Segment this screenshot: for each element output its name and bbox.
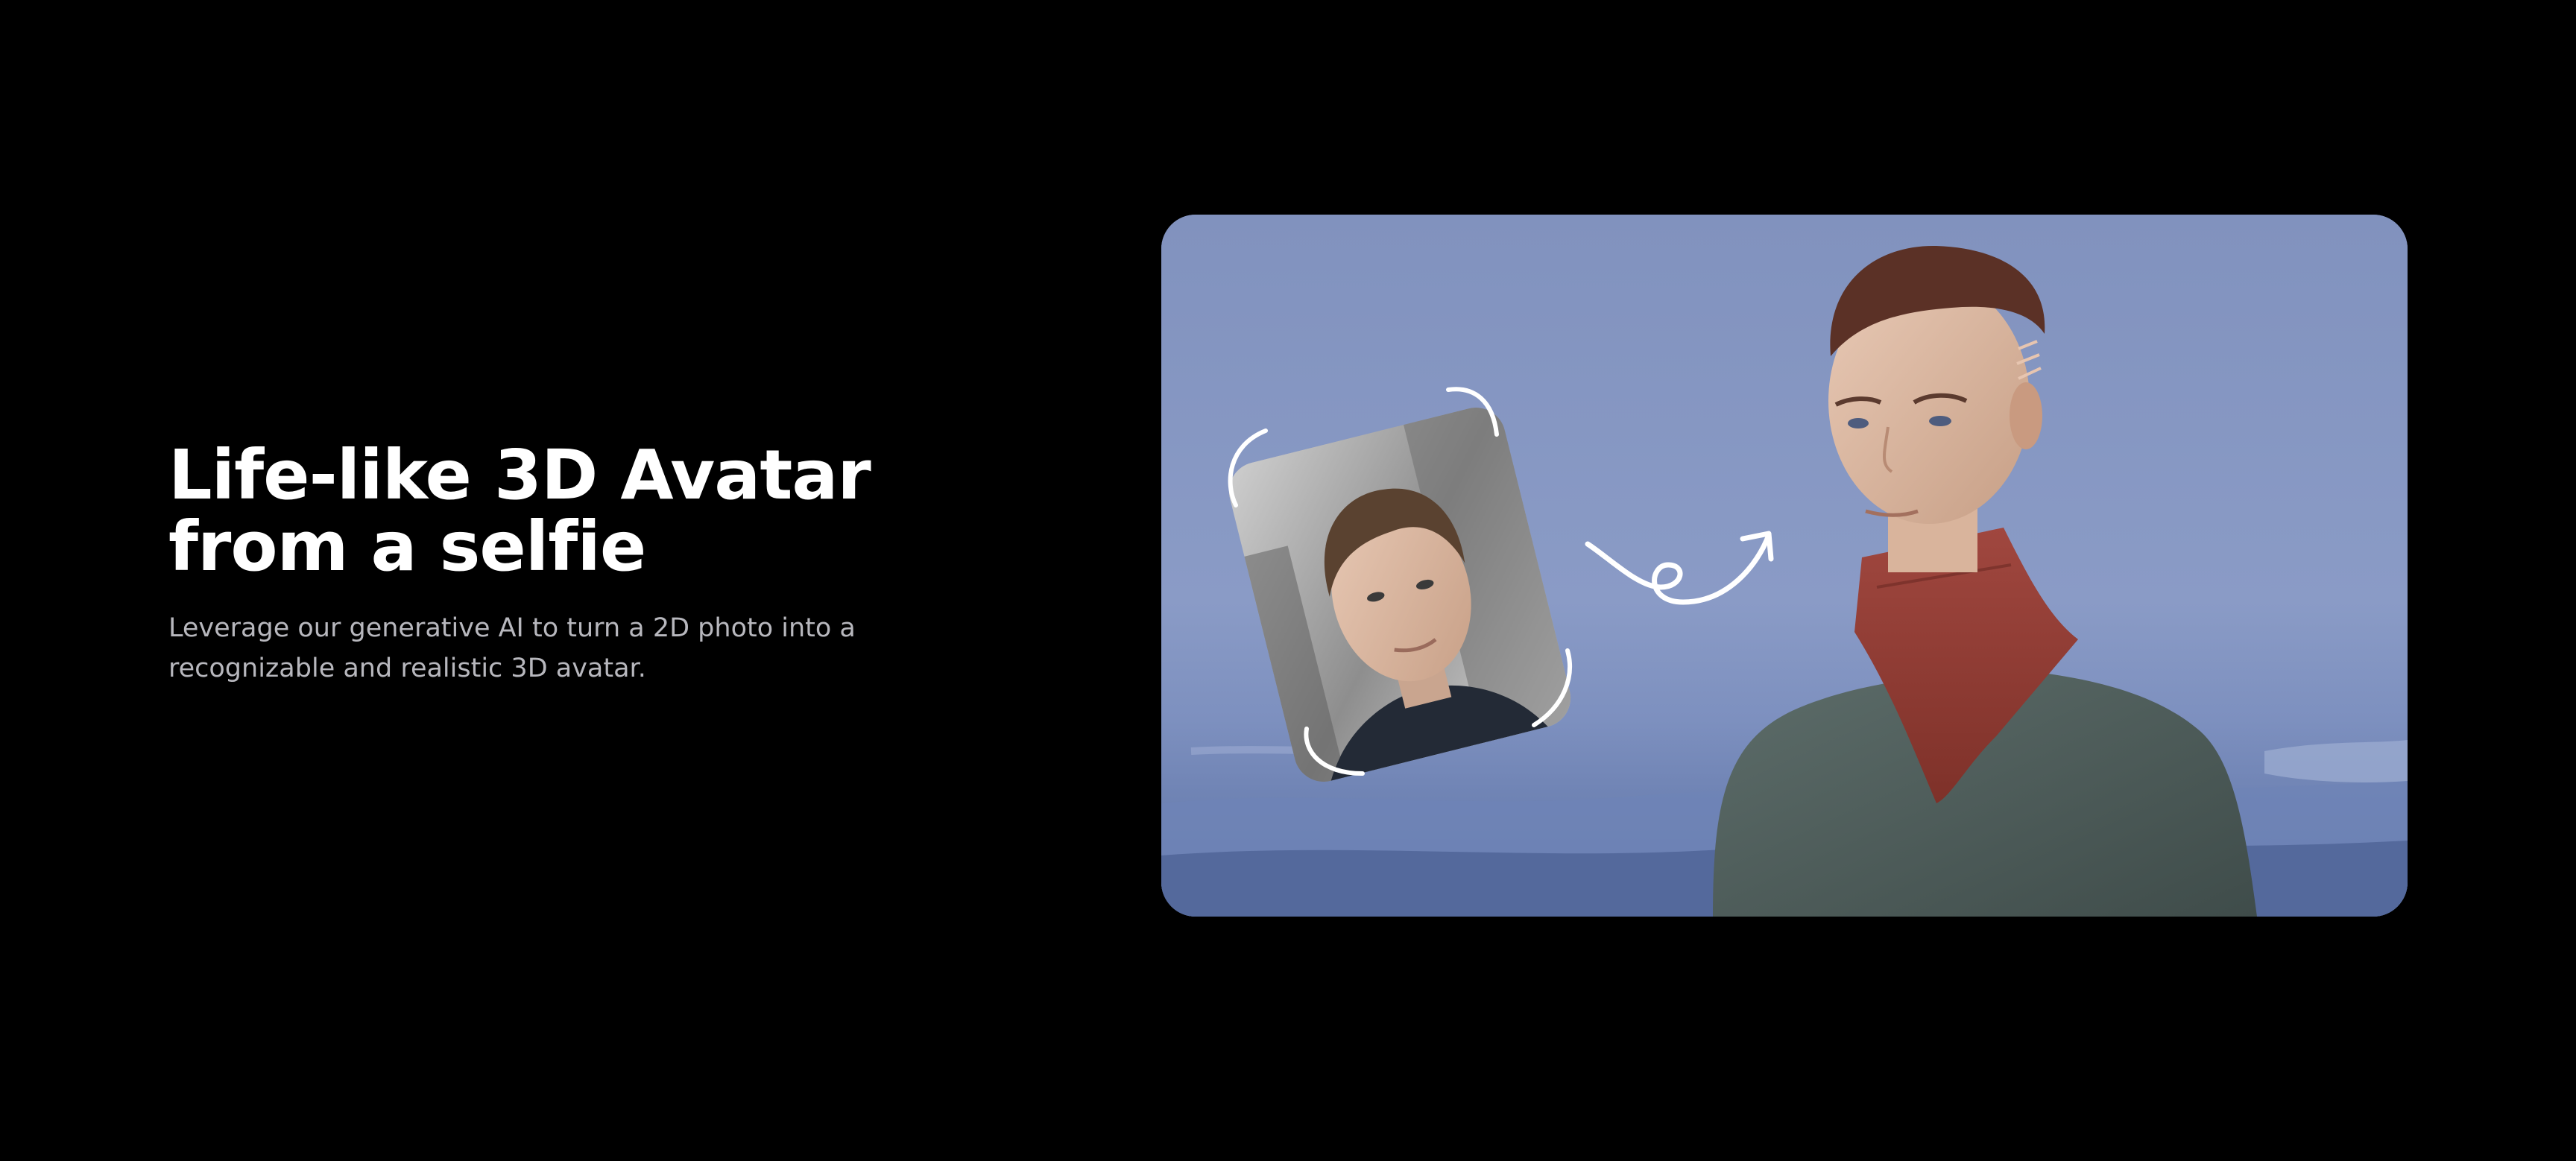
- page-title: Life-like 3D Avatar from a selfie: [168, 440, 988, 583]
- avatar-showcase-image: [1161, 215, 2408, 917]
- hero-description-line-2: recognizable and realistic 3D avatar.: [168, 654, 646, 683]
- page-title-line-2: from a selfie: [168, 507, 646, 586]
- hero-description: Leverage our generative AI to turn a 2D …: [168, 608, 914, 689]
- page: Life-like 3D Avatar from a selfie Levera…: [0, 0, 2576, 1161]
- hero-description-line-1: Leverage our generative AI to turn a 2D …: [168, 613, 856, 643]
- page-title-line-1: Life-like 3D Avatar: [168, 435, 871, 515]
- avatar-showcase-illustration: [1161, 215, 2408, 917]
- hero-text-block: Life-like 3D Avatar from a selfie Levera…: [168, 440, 988, 689]
